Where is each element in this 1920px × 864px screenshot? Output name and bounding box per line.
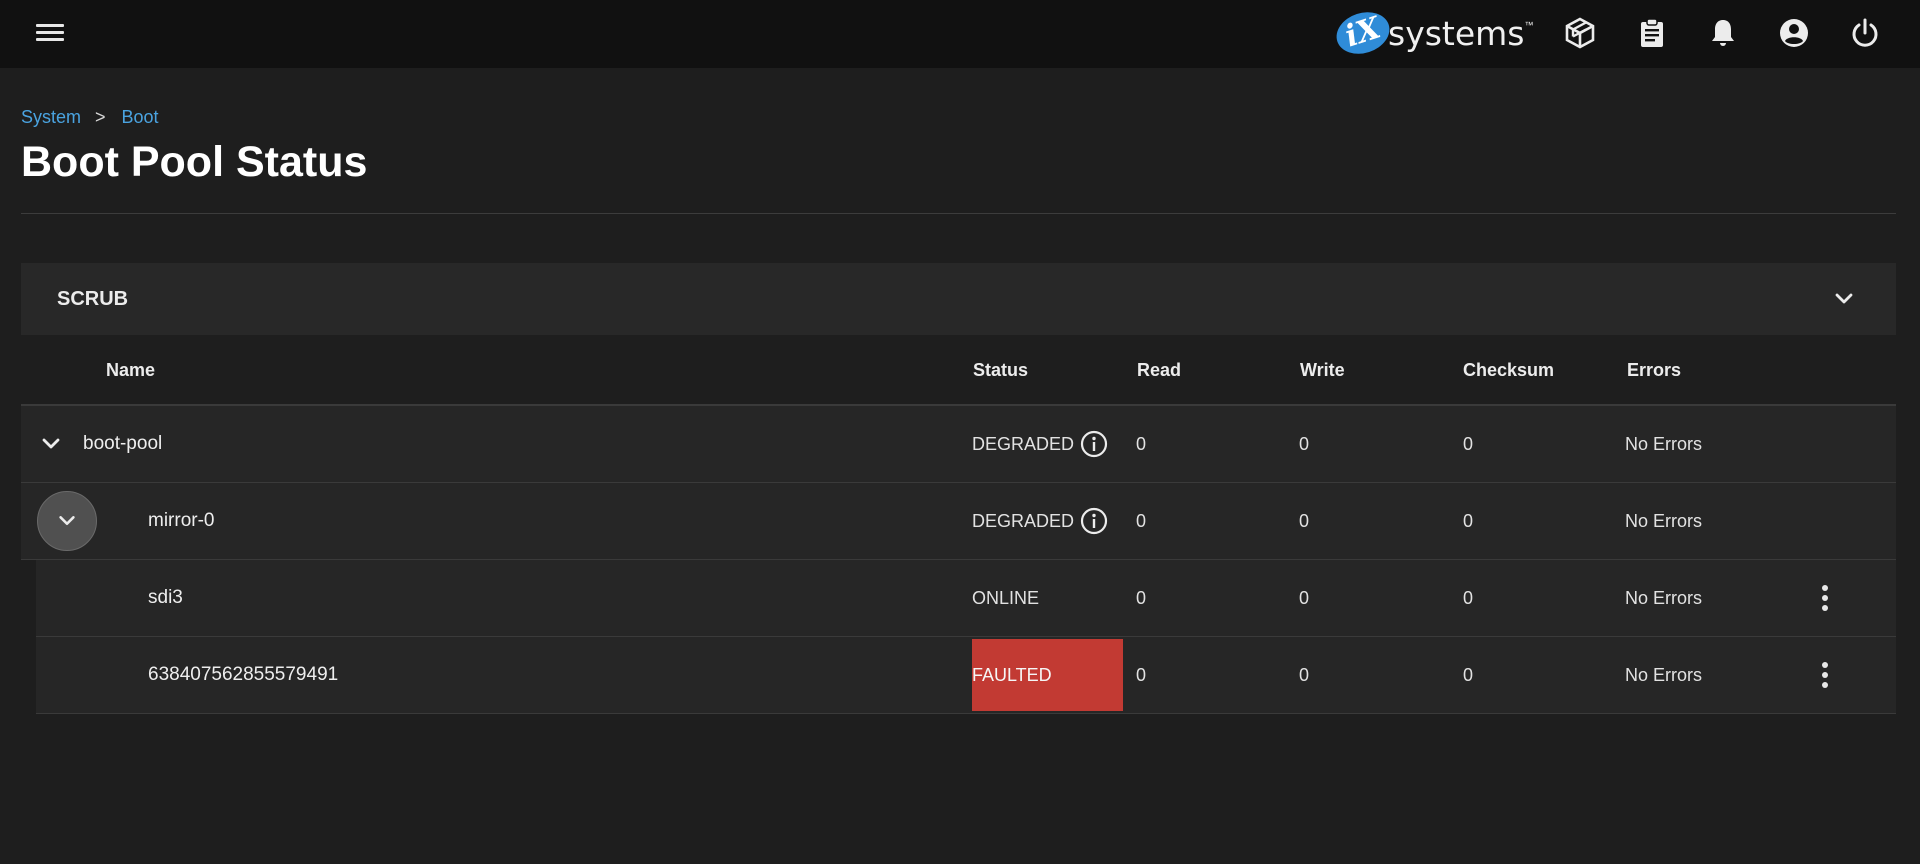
- more-vert-icon[interactable]: [1807, 580, 1843, 616]
- row-name: sdi3: [148, 587, 183, 608]
- row-read: 0: [1136, 511, 1147, 531]
- row-status: ONLINE: [972, 588, 1040, 608]
- row-write: 0: [1299, 588, 1310, 608]
- clipboard-icon[interactable]: [1633, 14, 1671, 52]
- row-errors: No Errors: [1625, 511, 1703, 531]
- logo-mark: iX: [1331, 5, 1395, 61]
- breadcrumb-boot-link[interactable]: Boot: [122, 107, 159, 128]
- row-name: 638407562855579491: [148, 664, 339, 685]
- ixsystems-logo[interactable]: iX systems ™: [1331, 5, 1534, 61]
- status-badge-faulted: FAULTED: [972, 639, 1123, 711]
- expand-button[interactable]: [37, 491, 97, 551]
- row-errors: No Errors: [1625, 434, 1703, 454]
- pool-status-table: Name Status Read Write Checksum Errors b…: [21, 344, 1896, 714]
- menu-icon[interactable]: [36, 20, 66, 46]
- info-icon[interactable]: [1080, 430, 1108, 458]
- logo-text: systems: [1388, 13, 1525, 53]
- row-status: DEGRADED: [972, 434, 1075, 454]
- power-icon[interactable]: [1846, 14, 1884, 52]
- column-header-name: Name: [106, 360, 156, 380]
- row-read: 0: [1136, 665, 1147, 685]
- row-name: mirror-0: [148, 510, 215, 531]
- row-checksum: 0: [1463, 511, 1474, 531]
- column-header-errors: Errors: [1627, 360, 1682, 380]
- table-header: Name Status Read Write Checksum Errors: [21, 344, 1896, 406]
- logo-trademark: ™: [1524, 20, 1534, 30]
- row-errors: No Errors: [1625, 665, 1703, 685]
- row-status: DEGRADED: [972, 511, 1075, 531]
- scrub-panel[interactable]: SCRUB: [21, 263, 1896, 335]
- page-title: Boot Pool Status: [21, 138, 368, 186]
- row-write: 0: [1299, 665, 1310, 685]
- bell-icon[interactable]: [1704, 14, 1742, 52]
- table-row[interactable]: mirror-0 DEGRADED 0 0 0 No Errors: [21, 483, 1896, 560]
- row-name: boot-pool: [83, 433, 163, 454]
- table-row[interactable]: 638407562855579491 FAULTED 0 0 0 No Erro…: [36, 637, 1896, 714]
- row-write: 0: [1299, 511, 1310, 531]
- column-header-write: Write: [1300, 360, 1345, 380]
- chevron-down-icon: [59, 516, 75, 526]
- column-header-checksum: Checksum: [1463, 360, 1555, 380]
- table-row[interactable]: boot-pool DEGRADED 0 0 0 No Errors: [21, 406, 1896, 483]
- truecommand-icon[interactable]: [1561, 14, 1599, 52]
- column-header-status: Status: [973, 360, 1029, 380]
- chevron-down-icon[interactable]: [39, 432, 63, 456]
- breadcrumb-separator: >: [95, 107, 106, 127]
- account-circle-icon[interactable]: [1775, 14, 1813, 52]
- table-row[interactable]: sdi3 ONLINE 0 0 0 No Errors: [36, 560, 1896, 637]
- chevron-down-icon[interactable]: [1832, 287, 1856, 311]
- info-icon[interactable]: [1080, 507, 1108, 535]
- row-checksum: 0: [1463, 665, 1474, 685]
- more-vert-icon[interactable]: [1807, 657, 1843, 693]
- column-header-read: Read: [1137, 360, 1182, 380]
- row-checksum: 0: [1463, 588, 1474, 608]
- top-bar: iX systems ™: [0, 0, 1920, 68]
- row-errors: No Errors: [1625, 588, 1703, 608]
- row-read: 0: [1136, 434, 1147, 454]
- row-read: 0: [1136, 588, 1147, 608]
- row-checksum: 0: [1463, 434, 1474, 454]
- scrub-label: SCRUB: [57, 287, 129, 310]
- row-write: 0: [1299, 434, 1310, 454]
- breadcrumb-system-link[interactable]: System: [21, 107, 81, 128]
- title-divider: [21, 213, 1896, 214]
- breadcrumb: System > Boot: [21, 107, 159, 128]
